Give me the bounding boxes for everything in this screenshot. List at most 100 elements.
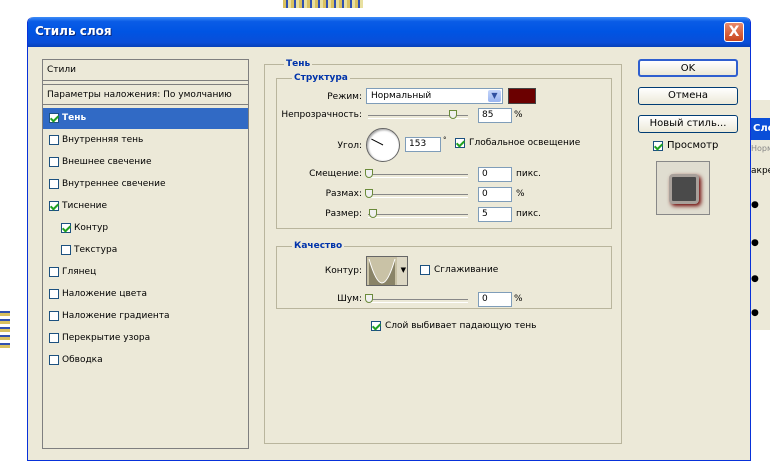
preview-square — [669, 174, 699, 204]
style-item[interactable]: Внутреннее свечение — [43, 174, 248, 195]
blending-options-item[interactable]: Параметры наложения: По умолчанию — [43, 84, 248, 105]
style-item[interactable]: Контур — [43, 218, 248, 239]
opacity-input[interactable]: 85 — [478, 108, 512, 123]
style-item-checkbox[interactable] — [49, 355, 59, 365]
style-item-label: Тиснение — [62, 201, 107, 211]
angle-input[interactable]: 153 — [405, 137, 441, 152]
size-slider-thumb[interactable] — [369, 209, 377, 218]
style-item[interactable]: Глянец — [43, 262, 248, 283]
style-item-label: Внутренняя тень — [62, 135, 144, 145]
shadow-color-swatch[interactable] — [508, 88, 536, 104]
chevron-down-icon[interactable]: ▼ — [401, 266, 406, 274]
knockout-check[interactable] — [371, 321, 381, 331]
layers-panel-eye-icon: ● — [751, 274, 759, 284]
chevron-down-icon[interactable]: ▼ — [488, 90, 501, 102]
background-toolbar-fragment — [283, 0, 363, 8]
styles-header[interactable]: Стили — [43, 60, 248, 81]
offset-input[interactable]: 0 — [478, 167, 512, 182]
noise-slider-track[interactable] — [368, 299, 468, 303]
layers-panel-eye-icon: ● — [751, 238, 759, 248]
noise-slider-thumb[interactable] — [365, 294, 373, 303]
style-item-checkbox[interactable] — [49, 157, 59, 167]
dialog-title: Стиль слоя — [35, 24, 112, 38]
opacity-unit: % — [514, 110, 523, 120]
spread-slider-thumb[interactable] — [365, 189, 373, 198]
contour-picker[interactable]: ▼ — [366, 256, 408, 286]
ok-button[interactable]: OK — [638, 59, 738, 77]
opacity-slider-thumb[interactable] — [449, 110, 457, 119]
layers-panel-mode: Норм — [751, 144, 770, 153]
preview-label: Просмотр — [667, 140, 719, 151]
style-item[interactable]: Тиснение — [43, 196, 248, 217]
offset-slider-thumb[interactable] — [365, 169, 373, 178]
knockout-label: Слой выбивает падающую тень — [385, 321, 537, 331]
style-item-checkbox[interactable] — [61, 245, 71, 255]
style-item-label: Наложение цвета — [62, 289, 148, 299]
style-item-checkbox[interactable] — [49, 179, 59, 189]
layers-panel-lock: акре — [751, 166, 770, 176]
preview-checkbox[interactable]: Просмотр — [653, 140, 743, 154]
style-item-checkbox[interactable] — [49, 113, 59, 123]
style-item-checkbox[interactable] — [49, 333, 59, 343]
knockout-checkbox[interactable]: Слой выбивает падающую тень — [371, 320, 591, 334]
mode-label: Режим: — [327, 92, 362, 102]
size-unit: пикс. — [516, 209, 541, 219]
new-style-button[interactable]: Новый стиль... — [638, 115, 738, 133]
offset-label: Смещение: — [309, 169, 362, 179]
styles-list-panel: Стили Параметры наложения: По умолчанию … — [42, 59, 249, 449]
layers-panel-eye-icon: ● — [751, 200, 759, 210]
style-item[interactable]: Перекрытие узора — [43, 328, 248, 349]
antialias-label: Сглаживание — [434, 265, 499, 275]
background-layers-panel: Сло Норм акре ● ● ● ● — [748, 100, 770, 330]
offset-slider-track[interactable] — [368, 174, 468, 178]
style-item-label: Внутреннее свечение — [62, 179, 166, 189]
noise-input[interactable]: 0 — [478, 292, 512, 307]
layer-style-dialog: Стиль слоя X Стили Параметры наложения: … — [27, 17, 751, 461]
angle-dial[interactable] — [366, 128, 400, 162]
style-item[interactable]: Наложение цвета — [43, 284, 248, 305]
style-item[interactable]: Внешнее свечение — [43, 152, 248, 173]
style-item-checkbox[interactable] — [49, 311, 59, 321]
global-light-check[interactable] — [455, 138, 465, 148]
preview-check[interactable] — [653, 141, 663, 151]
close-icon: X — [728, 24, 740, 40]
global-light-label: Глобальное освещение — [469, 138, 581, 148]
size-input[interactable]: 5 — [478, 207, 512, 222]
spread-slider-track[interactable] — [368, 194, 468, 198]
style-item[interactable]: Обводка — [43, 350, 248, 371]
style-item[interactable]: Тень — [43, 108, 248, 129]
close-button[interactable]: X — [724, 22, 744, 42]
cancel-button[interactable]: Отмена — [638, 87, 738, 105]
style-item-checkbox[interactable] — [49, 201, 59, 211]
blend-mode-select[interactable]: Нормальный ▼ — [366, 88, 503, 104]
opacity-label: Непрозрачность: — [281, 110, 362, 120]
blend-mode-value: Нормальный — [371, 91, 432, 101]
style-item-checkbox[interactable] — [61, 223, 71, 233]
noise-label: Шум: — [337, 294, 362, 304]
style-item-label: Перекрытие узора — [62, 333, 151, 343]
global-light-checkbox[interactable]: Глобальное освещение — [455, 136, 605, 150]
antialias-checkbox[interactable]: Сглаживание — [420, 264, 530, 278]
antialias-check[interactable] — [420, 265, 430, 275]
style-item[interactable]: Наложение градиента — [43, 306, 248, 327]
background-side-fragment — [0, 308, 10, 348]
layers-panel-titlebar: Сло — [749, 118, 770, 140]
style-preview-thumbnail — [656, 161, 710, 215]
contour-curve-icon — [367, 257, 397, 285]
style-item-checkbox[interactable] — [49, 267, 59, 277]
spread-unit: % — [516, 189, 525, 199]
contour-label: Контур: — [324, 266, 362, 276]
style-item-checkbox[interactable] — [49, 135, 59, 145]
style-item-label: Тень — [62, 113, 87, 123]
noise-unit: % — [514, 294, 523, 304]
spread-input[interactable]: 0 — [478, 187, 512, 202]
dialog-titlebar[interactable]: Стиль слоя X — [28, 17, 750, 47]
style-item-checkbox[interactable] — [49, 289, 59, 299]
style-item-label: Глянец — [62, 267, 97, 277]
quality-title: Качество — [292, 241, 345, 251]
spread-label: Размах: — [325, 189, 362, 199]
style-item[interactable]: Текстура — [43, 240, 248, 261]
style-item[interactable]: Внутренняя тень — [43, 130, 248, 151]
angle-label: Угол: — [337, 141, 362, 151]
size-slider-track[interactable] — [368, 214, 468, 218]
